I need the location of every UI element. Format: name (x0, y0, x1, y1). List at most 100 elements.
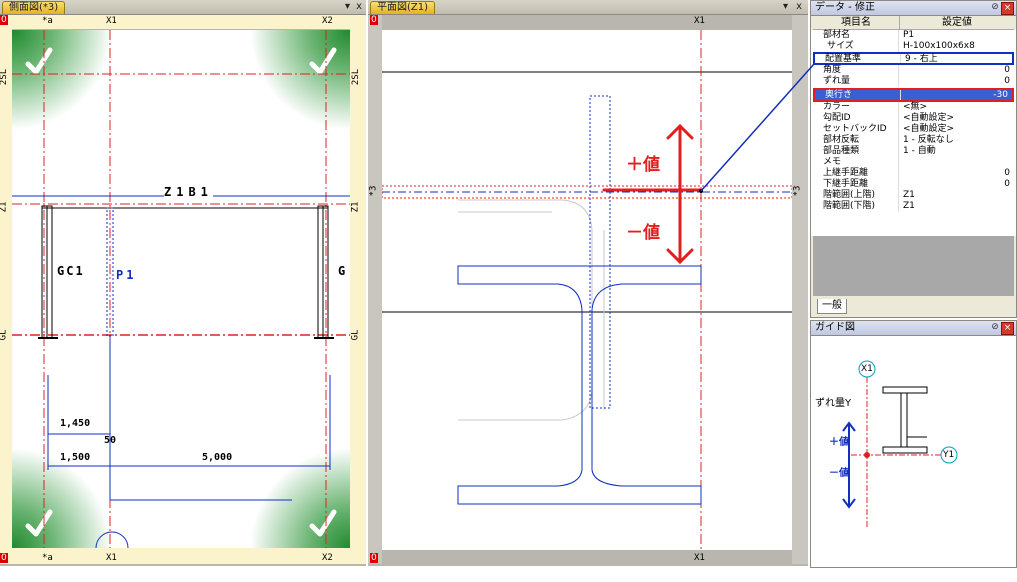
prop-key: 奥行き (815, 90, 901, 100)
side-top-label-x1: X1 (106, 16, 117, 26)
prop-row-floor-upper[interactable]: 階範囲(上階) Z1 (813, 190, 1014, 201)
prop-key: カラー (813, 102, 899, 113)
prop-value: 9 - 右上 (905, 54, 938, 64)
pin-icon[interactable]: ▾ (345, 1, 350, 13)
side-left-label-2sl: 2SL (0, 68, 10, 86)
plan-left-ruler (368, 15, 382, 564)
side-corner-top: 0 (0, 15, 8, 25)
property-grid: 部材名 P1 サイズ H-100x100x6x8 配置基準 9 - 右上 角度 0 ずれ… (811, 30, 1016, 236)
plan-corner-bottom: 0 (370, 553, 378, 563)
guide-title: ガイド図 (815, 322, 855, 333)
close-icon[interactable]: × (1001, 2, 1014, 15)
beam-label: Z1B1 (164, 185, 213, 199)
tab-plan-view[interactable]: 平面図(Z1) (370, 1, 436, 14)
pin-icon[interactable]: ⊘ (990, 322, 1000, 332)
side-right-label-2sl: 2SL (351, 68, 362, 86)
col-item-name: 項目名 (813, 16, 900, 29)
prop-value: 1 - 自動 (903, 146, 936, 156)
side-bottom-ruler (0, 548, 366, 564)
guide-titlebar: ガイド図 ⊘ × (811, 321, 1016, 336)
prop-key: 部材名 (813, 30, 899, 41)
prop-value: <自動設定> (903, 113, 955, 123)
col-setting-value: 設定値 (942, 17, 972, 28)
prop-row-flip[interactable]: 部材反転 1 - 反転なし (813, 135, 1014, 146)
prop-value: P1 (903, 30, 915, 40)
column-label-left: GC1 (57, 264, 85, 278)
plan-corner-top: 0 (370, 15, 378, 25)
guide-label-x1: X1 (861, 364, 873, 374)
prop-row-color[interactable]: カラー <無> (813, 102, 1014, 113)
prop-row-memo[interactable]: メモ (813, 157, 1014, 168)
plan-view-titlebar: 平面図(Z1) ▾ x (368, 0, 808, 15)
property-grid-header: 項目名 設定値 (813, 16, 1014, 30)
side-bottom-label-a: *a (42, 553, 53, 563)
prop-row-lower-joint[interactable]: 下継手距離 0 (813, 179, 1014, 190)
close-icon[interactable]: x (356, 1, 362, 13)
side-left-ruler (0, 15, 12, 564)
prop-row-placement[interactable]: 配置基準 9 - 右上 (813, 52, 1014, 65)
property-empty-area (813, 236, 1014, 296)
side-right-label-gl: GL (350, 329, 361, 341)
prop-row-depth[interactable]: 奥行き -30 (813, 88, 1014, 102)
prop-value: 0 (1004, 179, 1010, 189)
close-icon[interactable]: × (1001, 322, 1014, 335)
side-view-canvas[interactable]: Z1B1 GC1 P1 G 1,450 50 1,500 5,000 (12, 30, 350, 548)
prop-value (899, 157, 1014, 168)
minus-value-label: －値 (626, 223, 660, 243)
prop-value-input[interactable]: -30 (901, 90, 1012, 100)
side-view-pane: 側面図(*3) ▾ x *a X1 X2 *a X1 X2 2SL Z1 GL … (0, 0, 366, 566)
pin-icon[interactable]: ▾ (783, 1, 788, 13)
plan-view-canvas[interactable]: ＋値 －値 (382, 30, 792, 550)
prop-key: 勾配ID (813, 113, 899, 124)
guide-plus-label: ＋値 (829, 437, 849, 448)
guide-label-y1: Y1 (943, 450, 955, 460)
pin-icon[interactable]: ⊘ (990, 2, 1000, 12)
depth-value[interactable]: -30 (993, 90, 1008, 100)
dim-1500: 1,500 (60, 452, 91, 463)
prop-key: セットバックID (813, 124, 899, 135)
prop-row-floor-lower[interactable]: 階範囲(下階) Z1 (813, 201, 1014, 212)
prop-key: 階範囲(下階) (813, 201, 899, 212)
guide-drawing (842, 360, 958, 527)
prop-key: 上継手距離 (813, 168, 899, 179)
prop-row-offset[interactable]: ずれ量 0 (813, 76, 1014, 87)
prop-value: Z1 (903, 201, 915, 211)
prop-key: 角度 (813, 65, 899, 76)
tab-side-view[interactable]: 側面図(*3) (2, 1, 66, 14)
prop-row-part-type[interactable]: 部品種類 1 - 自動 (813, 146, 1014, 157)
close-icon[interactable]: x (796, 1, 802, 13)
prop-value: H-100x100x6x8 (903, 41, 975, 51)
plan-side-label-left: *3 (368, 185, 379, 197)
tab-general[interactable]: 一般 (817, 299, 847, 314)
prop-key: 下継手距離 (813, 179, 899, 190)
prop-value: Z1 (903, 190, 915, 200)
dim-5000: 5,000 (202, 452, 233, 463)
dim-50: 50 (104, 435, 117, 446)
prop-key: 部品種類 (813, 146, 899, 157)
property-titlebar: データ - 修正 ⊘ × (811, 1, 1016, 16)
prop-value: <無> (903, 102, 928, 112)
prop-value: 1 - 反転なし (903, 135, 954, 145)
prop-row-size[interactable]: サイズ H-100x100x6x8 (813, 41, 1014, 52)
prop-row-slope-id[interactable]: 勾配ID <自動設定> (813, 113, 1014, 124)
side-view-titlebar: 側面図(*3) ▾ x (0, 0, 366, 15)
column-label-right: G (338, 264, 346, 278)
plan-view-drawing (382, 30, 792, 550)
prop-row-angle[interactable]: 角度 0 (813, 65, 1014, 76)
prop-row-setback-id[interactable]: セットバックID <自動設定> (813, 124, 1014, 135)
prop-key: 部材反転 (813, 135, 899, 146)
prop-row-upper-joint[interactable]: 上継手距離 0 (813, 168, 1014, 179)
guide-offset-label: ずれ量Y (815, 398, 852, 409)
prop-row-member-name[interactable]: 部材名 P1 (813, 30, 1014, 41)
prop-value: 0 (1004, 168, 1010, 178)
prop-value: <自動設定> (903, 124, 955, 134)
side-corner-bottom: 0 (0, 553, 8, 563)
guide-minus-label: －値 (829, 468, 849, 479)
prop-value: 0 (1004, 76, 1010, 86)
property-panel: データ - 修正 ⊘ × 項目名 設定値 部材名 P1 サイズ H-100x100x… (810, 0, 1017, 318)
plan-side-label-right: *3 (792, 185, 803, 197)
side-top-label-x2: X2 (322, 16, 333, 26)
plan-bottom-label: X1 (694, 553, 705, 563)
prop-value: 0 (1004, 65, 1010, 75)
side-top-label-a: *a (42, 16, 53, 26)
